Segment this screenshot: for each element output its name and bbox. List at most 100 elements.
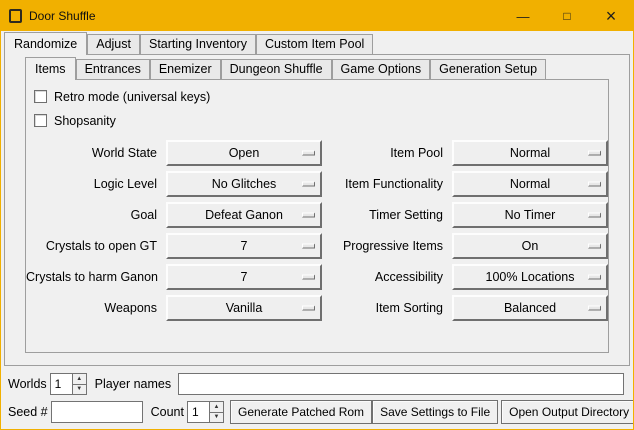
menu-indicator-icon	[302, 244, 315, 249]
title-bar[interactable]: Door Shuffle — □ ×	[1, 1, 633, 31]
app-body: Randomize Adjust Starting Inventory Cust…	[1, 31, 633, 429]
worlds-spinner: ▲ ▼	[50, 373, 87, 395]
tab-game-options[interactable]: Game Options	[332, 59, 431, 79]
dropdown-value: On	[454, 239, 606, 254]
tab-dungeon-shuffle[interactable]: Dungeon Shuffle	[221, 59, 332, 79]
minimize-button[interactable]: —	[501, 1, 545, 31]
worlds-label: Worlds	[8, 377, 50, 391]
retro-mode-label[interactable]: Retro mode (universal keys)	[54, 89, 210, 104]
open-output-button[interactable]: Open Output Directory	[501, 400, 634, 424]
tab-custom-item-pool[interactable]: Custom Item Pool	[256, 34, 373, 54]
item-sorting-label: Item Sorting	[326, 301, 448, 315]
weapons-label: Weapons	[26, 301, 162, 315]
tab-entrances[interactable]: Entrances	[76, 59, 150, 79]
dropdown-value: Normal	[454, 177, 606, 192]
close-button[interactable]: ×	[589, 1, 633, 31]
world-state-dropdown[interactable]: Open	[166, 140, 322, 166]
item-sorting-dropdown[interactable]: Balanced	[452, 295, 608, 321]
dropdown-value: No Glitches	[168, 177, 320, 192]
worlds-input[interactable]	[50, 373, 72, 395]
shopsanity-label[interactable]: Shopsanity	[54, 113, 116, 128]
logic-level-label: Logic Level	[26, 177, 162, 191]
goal-label: Goal	[26, 208, 162, 222]
maximize-icon: □	[563, 10, 570, 22]
randomize-panel: Items Entrances Enemizer Dungeon Shuffle…	[4, 54, 630, 366]
dropdown-value: Normal	[454, 146, 606, 161]
count-input[interactable]	[187, 401, 209, 423]
dropdown-value: 7	[168, 239, 320, 254]
menu-indicator-icon	[588, 182, 601, 187]
minimize-icon: —	[517, 10, 530, 23]
shopsanity-row: Shopsanity	[34, 108, 608, 132]
logic-level-dropdown[interactable]: No Glitches	[166, 171, 322, 197]
caption-buttons: — □ ×	[501, 1, 633, 31]
crystals-gt-dropdown[interactable]: 7	[166, 233, 322, 259]
dropdown-value: No Timer	[454, 208, 606, 223]
dropdown-value: Defeat Ganon	[168, 208, 320, 223]
menu-indicator-icon	[588, 213, 601, 218]
menu-indicator-icon	[302, 151, 315, 156]
spin-down-button[interactable]: ▼	[209, 412, 224, 424]
dropdown-value: Balanced	[454, 301, 606, 316]
accessibility-label: Accessibility	[326, 270, 448, 284]
app-icon	[9, 9, 22, 23]
item-functionality-dropdown[interactable]: Normal	[452, 171, 608, 197]
tab-generation-setup[interactable]: Generation Setup	[430, 59, 546, 79]
seed-row: Seed # Count ▲ ▼ Generate Patched Rom Sa…	[8, 400, 626, 424]
crystals-ganon-label: Crystals to harm Ganon	[26, 270, 162, 284]
dropdown-value: 100% Locations	[454, 270, 606, 285]
maximize-button[interactable]: □	[545, 1, 589, 31]
progressive-items-label: Progressive Items	[326, 239, 448, 253]
accessibility-dropdown[interactable]: 100% Locations	[452, 264, 608, 290]
close-icon: ×	[606, 7, 617, 25]
save-settings-button[interactable]: Save Settings to File	[372, 400, 498, 424]
count-spin-arrows: ▲ ▼	[209, 401, 224, 423]
generate-rom-button[interactable]: Generate Patched Rom	[230, 400, 372, 424]
seed-input[interactable]	[51, 401, 143, 423]
bottom-bar: Worlds ▲ ▼ Player names Seed # Count	[4, 366, 630, 424]
player-names-input[interactable]	[178, 373, 624, 395]
menu-indicator-icon	[588, 244, 601, 249]
worlds-spin-arrows: ▲ ▼	[72, 373, 87, 395]
timer-setting-dropdown[interactable]: No Timer	[452, 202, 608, 228]
menu-indicator-icon	[588, 306, 601, 311]
menu-indicator-icon	[302, 275, 315, 280]
tab-randomize[interactable]: Randomize	[4, 32, 87, 55]
retro-mode-row: Retro mode (universal keys)	[34, 84, 608, 108]
tab-items[interactable]: Items	[25, 57, 76, 80]
timer-setting-label: Timer Setting	[326, 208, 448, 222]
window-title: Door Shuffle	[29, 9, 501, 23]
seed-label: Seed #	[8, 405, 51, 419]
crystals-ganon-dropdown[interactable]: 7	[166, 264, 322, 290]
weapons-dropdown[interactable]: Vanilla	[166, 295, 322, 321]
tab-adjust[interactable]: Adjust	[87, 34, 140, 54]
spin-down-button[interactable]: ▼	[72, 384, 87, 396]
menu-indicator-icon	[302, 306, 315, 311]
world-state-label: World State	[26, 146, 162, 160]
sub-tab-bar: Items Entrances Enemizer Dungeon Shuffle…	[25, 58, 629, 80]
count-label: Count	[151, 405, 187, 419]
crystals-gt-label: Crystals to open GT	[26, 239, 162, 253]
tab-enemizer[interactable]: Enemizer	[150, 59, 221, 79]
worlds-row: Worlds ▲ ▼ Player names	[8, 372, 626, 396]
window: Door Shuffle — □ × Randomize Adjust Star…	[0, 0, 634, 430]
item-pool-label: Item Pool	[326, 146, 448, 160]
item-functionality-label: Item Functionality	[326, 177, 448, 191]
items-panel: Retro mode (universal keys) Shopsanity W…	[25, 79, 609, 353]
shopsanity-checkbox[interactable]	[34, 114, 47, 127]
player-names-label: Player names	[95, 377, 174, 391]
dropdown-value: 7	[168, 270, 320, 285]
progressive-items-dropdown[interactable]: On	[452, 233, 608, 259]
menu-indicator-icon	[588, 151, 601, 156]
options-grid: World State Open Item Pool Normal Logic …	[26, 140, 608, 321]
menu-indicator-icon	[302, 182, 315, 187]
tab-starting-inventory[interactable]: Starting Inventory	[140, 34, 256, 54]
goal-dropdown[interactable]: Defeat Ganon	[166, 202, 322, 228]
dropdown-value: Vanilla	[168, 301, 320, 316]
item-pool-dropdown[interactable]: Normal	[452, 140, 608, 166]
count-spinner: ▲ ▼	[187, 401, 224, 423]
dropdown-value: Open	[168, 146, 320, 161]
retro-mode-checkbox[interactable]	[34, 90, 47, 103]
menu-indicator-icon	[588, 275, 601, 280]
menu-indicator-icon	[302, 213, 315, 218]
